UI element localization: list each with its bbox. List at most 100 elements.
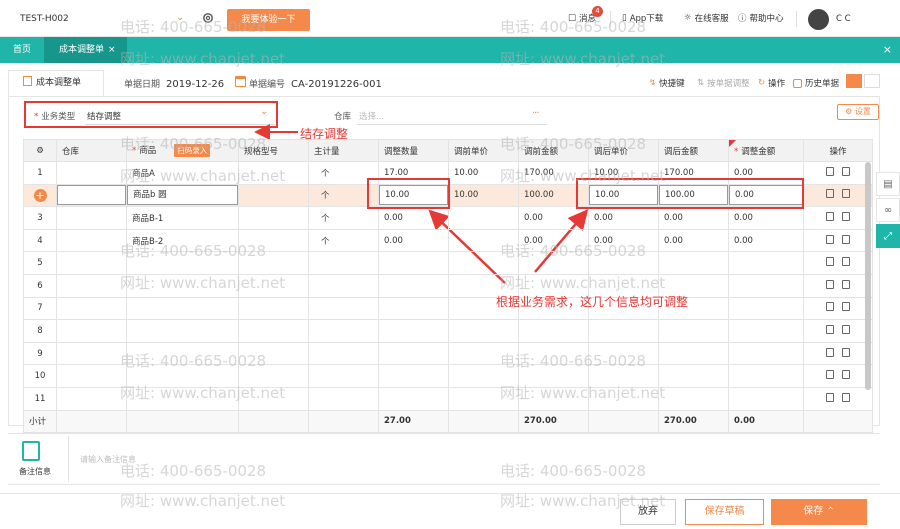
cell-post-amount[interactable]: 0.00 xyxy=(658,228,729,253)
cell-adj-qty[interactable] xyxy=(378,296,449,321)
table-scrollbar[interactable] xyxy=(865,162,871,390)
cell-adj-amount[interactable] xyxy=(728,319,804,343)
chevron-up-icon[interactable]: ⌃ xyxy=(826,506,834,517)
cell-product[interactable] xyxy=(126,386,239,411)
cell-adj-qty[interactable] xyxy=(378,319,449,343)
cell-post-price[interactable]: 0.00 xyxy=(588,206,659,230)
cell-post-price[interactable]: 0.00 xyxy=(588,228,659,253)
copy-icon[interactable] xyxy=(842,211,850,221)
cell-adj-amount[interactable] xyxy=(728,296,804,321)
add-row-button[interactable]: + xyxy=(23,183,57,208)
remark-divider xyxy=(68,436,69,482)
cell-adj-amount[interactable]: 0.00 xyxy=(728,206,804,230)
cell-adj-amount[interactable] xyxy=(728,251,804,275)
cell-product[interactable] xyxy=(126,364,239,388)
save-button[interactable]: 保存 ⌃ xyxy=(771,499,867,525)
trash-icon[interactable] xyxy=(826,347,834,357)
cell-post-price[interactable] xyxy=(588,319,659,343)
cell-post-price[interactable] xyxy=(588,386,659,411)
col-pre-price: 调前单价 xyxy=(448,139,519,162)
cell-product[interactable]: 商品b 圆 xyxy=(126,183,239,208)
cell-warehouse[interactable] xyxy=(56,386,127,411)
trash-icon[interactable] xyxy=(826,189,834,199)
cell-warehouse[interactable] xyxy=(56,296,127,321)
row-actions xyxy=(803,183,873,208)
scan-entry-button[interactable]: 扫码录入 xyxy=(174,144,211,157)
copy-icon[interactable] xyxy=(842,324,850,334)
cell-product-input[interactable]: 商品b 圆 xyxy=(127,185,238,206)
cell-warehouse[interactable] xyxy=(56,183,127,208)
trash-icon[interactable] xyxy=(826,279,834,289)
trash-icon[interactable] xyxy=(826,302,834,312)
copy-icon[interactable] xyxy=(842,392,850,402)
link-icon[interactable]: ∞ xyxy=(876,198,900,222)
cell-warehouse[interactable] xyxy=(56,273,127,298)
cell-warehouse[interactable] xyxy=(56,161,127,185)
table-cell xyxy=(56,409,127,434)
remark-input[interactable]: 请输入备注信息 xyxy=(80,454,136,465)
cell-post-price[interactable] xyxy=(588,251,659,275)
trash-icon[interactable] xyxy=(826,211,834,221)
copy-icon[interactable] xyxy=(842,370,850,380)
cell-product[interactable] xyxy=(126,341,239,366)
cell-adj-amount[interactable] xyxy=(728,341,804,366)
cell-post-price[interactable] xyxy=(588,341,659,366)
cell-adj-qty[interactable] xyxy=(378,364,449,388)
copy-icon[interactable] xyxy=(842,166,850,176)
cancel-button[interactable]: 放弃 xyxy=(620,499,676,525)
trash-icon[interactable] xyxy=(826,324,834,334)
copy-icon[interactable] xyxy=(842,257,850,267)
copy-icon[interactable] xyxy=(842,347,850,357)
cell-adj-qty[interactable] xyxy=(378,386,449,411)
cell-product[interactable] xyxy=(126,296,239,321)
cell-adj-amount[interactable] xyxy=(728,386,804,411)
cell-post-amount[interactable]: 0.00 xyxy=(658,206,729,230)
cell-post-amount[interactable] xyxy=(658,364,729,388)
cell-warehouse[interactable] xyxy=(56,364,127,388)
cell-adj-amount[interactable] xyxy=(728,273,804,298)
cell-pre-price xyxy=(448,364,519,388)
note-icon[interactable]: ▤ xyxy=(876,172,900,196)
cell-adj-qty[interactable] xyxy=(378,341,449,366)
cell-adj-amount[interactable]: 0.00 xyxy=(728,228,804,253)
cell-product[interactable]: 商品B-2 xyxy=(126,228,239,253)
cell-product[interactable]: 商品A xyxy=(126,161,239,185)
cell-product[interactable] xyxy=(126,273,239,298)
cell-post-amount[interactable] xyxy=(658,319,729,343)
cell-warehouse[interactable] xyxy=(56,319,127,343)
cell-product[interactable] xyxy=(126,319,239,343)
cell-warehouse[interactable] xyxy=(56,206,127,230)
copy-icon[interactable] xyxy=(842,279,850,289)
trash-icon[interactable] xyxy=(826,166,834,176)
cell-warehouse[interactable] xyxy=(56,228,127,253)
cell-warehouse[interactable] xyxy=(56,341,127,366)
cell-warehouse[interactable] xyxy=(56,251,127,275)
trash-icon[interactable] xyxy=(826,257,834,267)
cell-adj-amount[interactable] xyxy=(728,364,804,388)
cell-warehouse-input[interactable] xyxy=(57,185,126,206)
cell-post-amount[interactable] xyxy=(658,341,729,366)
save-draft-button[interactable]: 保存草稿 xyxy=(685,499,764,525)
copy-icon[interactable] xyxy=(842,302,850,312)
cell-post-amount[interactable] xyxy=(658,251,729,275)
cell-product[interactable]: 商品B-1 xyxy=(126,206,239,230)
copy-icon[interactable] xyxy=(842,234,850,244)
cell-adj-qty[interactable]: 0.00 xyxy=(378,228,449,253)
annotation-adjustable: 根据业务需求，这几个信息均可调整 xyxy=(496,295,689,309)
copy-icon[interactable] xyxy=(842,189,850,199)
cell-post-price[interactable] xyxy=(588,364,659,388)
cell-unit: 个 xyxy=(308,206,379,230)
cell-post-amount[interactable] xyxy=(658,386,729,411)
table-header-row: ⚙ 仓库 * 商品 扫码录入 规格型号 主计量 调整数量 调前单价 调前金额 调后单… xyxy=(23,139,873,162)
column-settings-icon[interactable]: ⚙ xyxy=(23,139,57,162)
trash-icon[interactable] xyxy=(826,392,834,402)
trash-icon[interactable] xyxy=(826,234,834,244)
cell-pre-price xyxy=(448,319,519,343)
cell-adj-qty[interactable]: 0.00 xyxy=(378,206,449,230)
expand-icon[interactable]: ⤢ xyxy=(876,224,900,248)
cell-product[interactable] xyxy=(126,251,239,275)
cell-adj-qty[interactable] xyxy=(378,251,449,275)
trash-icon[interactable] xyxy=(826,370,834,380)
cell-unit xyxy=(308,319,379,343)
cell-adj-qty[interactable] xyxy=(378,273,449,298)
